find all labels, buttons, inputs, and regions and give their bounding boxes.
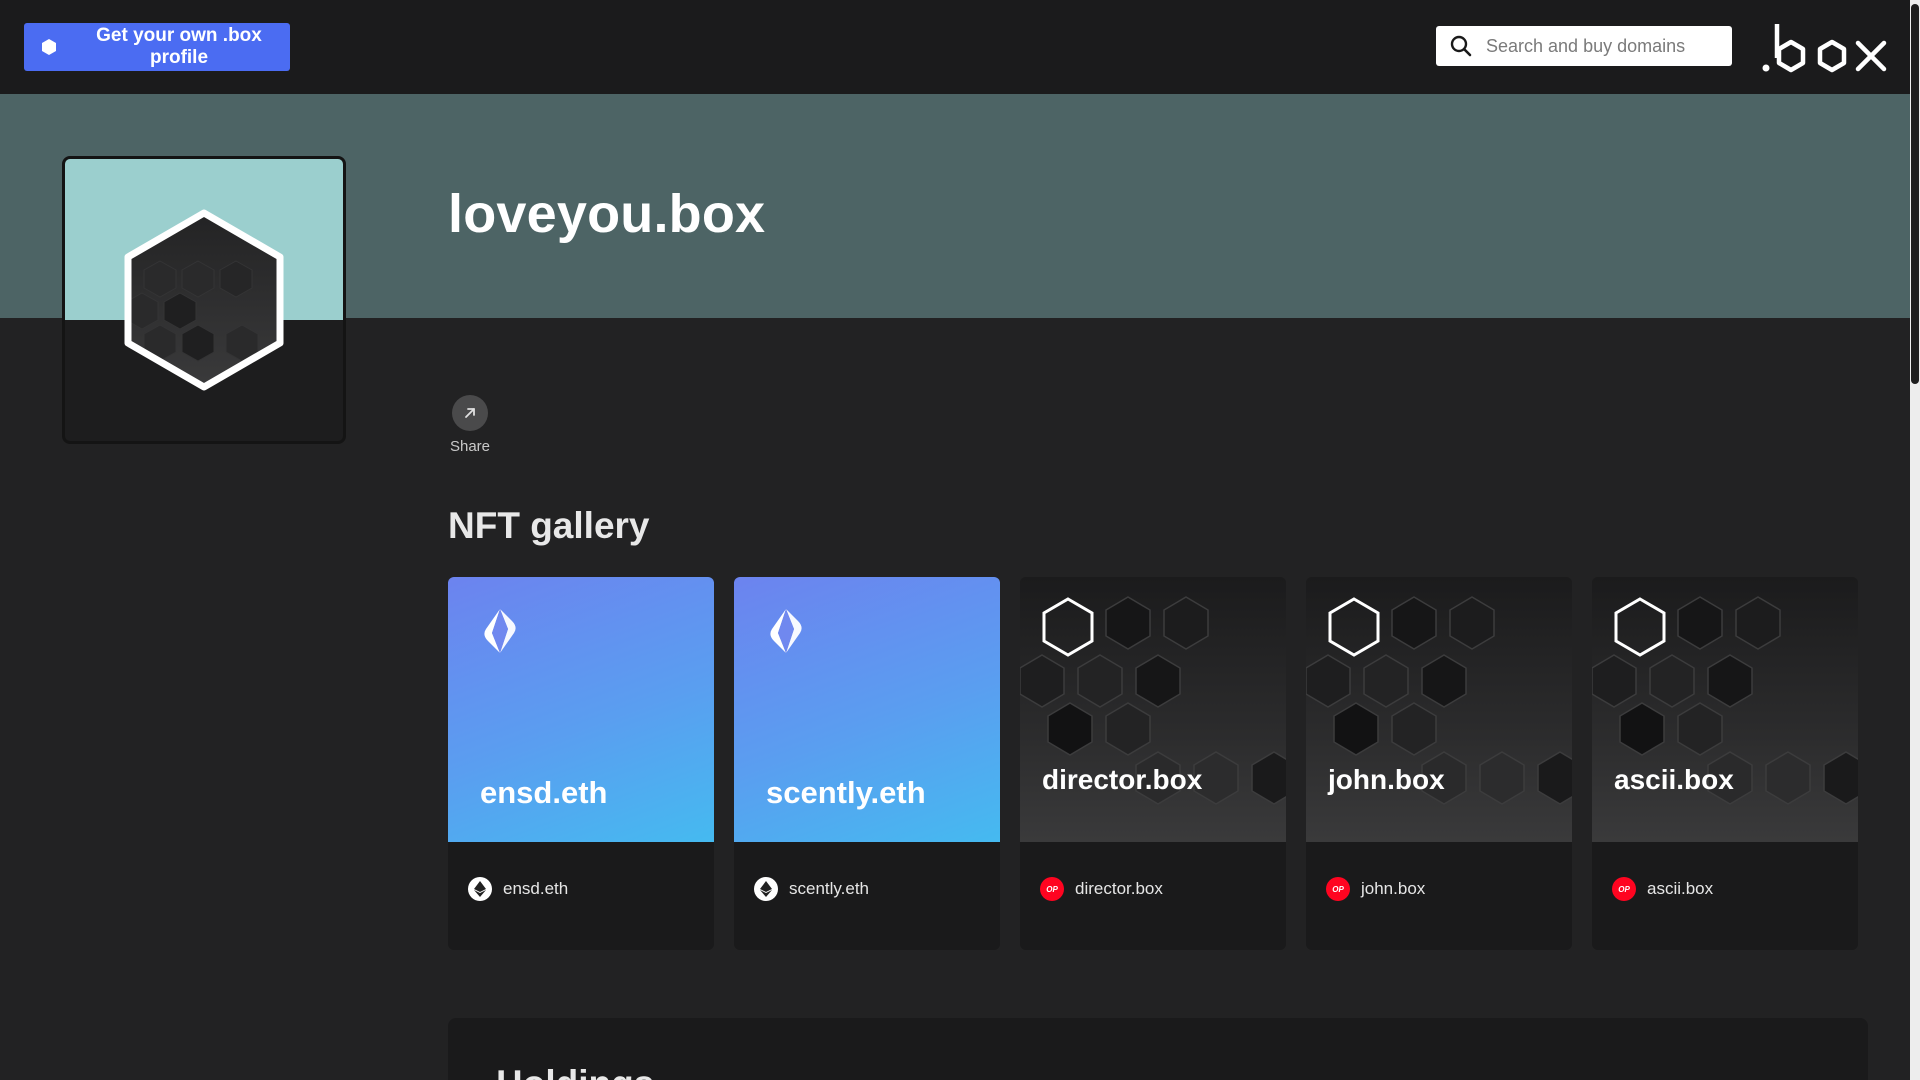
nft-card-footer: ensd.eth: [468, 877, 568, 901]
nft-card-title: john.box: [1328, 764, 1445, 795]
holdings-section: Holdings: [448, 1018, 1868, 1080]
nft-card-art: ensd.eth: [448, 577, 714, 842]
hexagon-pattern: [1592, 596, 1858, 805]
hexagon-icon: [1042, 597, 1094, 657]
nft-card-label: scently.eth: [789, 879, 870, 898]
optimism-icon: OP: [1612, 877, 1636, 901]
hexagon-avatar-icon: [124, 209, 284, 391]
nft-card-title: director.box: [1042, 764, 1203, 795]
nft-card-footer: scently.eth: [754, 877, 869, 901]
nft-card-footer: OP ascii.box: [1612, 877, 1713, 901]
search-box[interactable]: [1436, 26, 1732, 66]
nft-card-label: director.box: [1075, 879, 1163, 898]
share-icon-circle[interactable]: [452, 395, 488, 431]
hexagon-pattern: [1020, 596, 1286, 805]
holdings-title: Holdings: [496, 1063, 654, 1080]
nft-card-label: ascii.box: [1647, 879, 1714, 898]
nft-card-footer: OP john.box: [1326, 877, 1425, 901]
arrow-up-right-icon: [465, 408, 475, 418]
nft-gallery-title: NFT gallery: [448, 505, 650, 546]
optimism-icon: OP: [1040, 877, 1064, 901]
get-box-profile-label: Get your own .box profile: [96, 25, 262, 68]
ens-logo-icon: [484, 609, 516, 653]
ens-logo-icon: [770, 609, 802, 653]
nft-card-art: director.box: [1020, 577, 1286, 842]
search-input[interactable]: [1486, 35, 1726, 57]
nft-card-label: john.box: [1361, 879, 1426, 898]
hexagon-pattern: [1306, 596, 1572, 805]
hexagon-icon: [42, 39, 56, 55]
nft-card-art: john.box: [1306, 577, 1572, 842]
share-label: Share: [449, 438, 491, 455]
nft-card-label: ensd.eth: [503, 879, 569, 898]
get-box-profile-button[interactable]: Get your own .box profile: [24, 23, 290, 71]
ethereum-icon: [754, 877, 778, 901]
nft-card-art: ascii.box: [1592, 577, 1858, 842]
ethereum-icon: [468, 877, 492, 901]
nft-card-title: ensd.eth: [480, 775, 608, 810]
nft-card-art: scently.eth: [734, 577, 1000, 842]
optimism-icon: OP: [1326, 877, 1350, 901]
nft-card-ensd-eth[interactable]: ensd.eth ensd.eth: [448, 577, 714, 950]
nft-card-director-box[interactable]: director.box OP director.box: [1020, 577, 1286, 950]
nft-card-ascii-box[interactable]: ascii.box OP ascii.box: [1592, 577, 1858, 950]
search-icon: [1450, 35, 1472, 57]
nft-card-footer: OP director.box: [1040, 877, 1163, 901]
nft-gallery: ensd.eth ensd.eth scently.eth scently.et…: [448, 577, 1858, 950]
hexagon-icon: [1614, 597, 1666, 657]
profile-name: loveyou.box: [448, 184, 766, 244]
nft-card-scently-eth[interactable]: scently.eth scently.eth: [734, 577, 1000, 950]
share-button[interactable]: Share: [448, 395, 492, 455]
top-navigation-bar: Get your own .box profile: [0, 0, 1910, 94]
profile-avatar: [62, 156, 346, 444]
hexagon-icon: [1328, 597, 1380, 657]
scrollbar-thumb[interactable]: [1911, 4, 1919, 384]
nft-card-john-box[interactable]: john.box OP john.box: [1306, 577, 1572, 950]
box-logo-icon[interactable]: [1760, 18, 1890, 74]
nft-card-title: ascii.box: [1614, 764, 1734, 795]
nft-card-title: scently.eth: [766, 775, 926, 810]
